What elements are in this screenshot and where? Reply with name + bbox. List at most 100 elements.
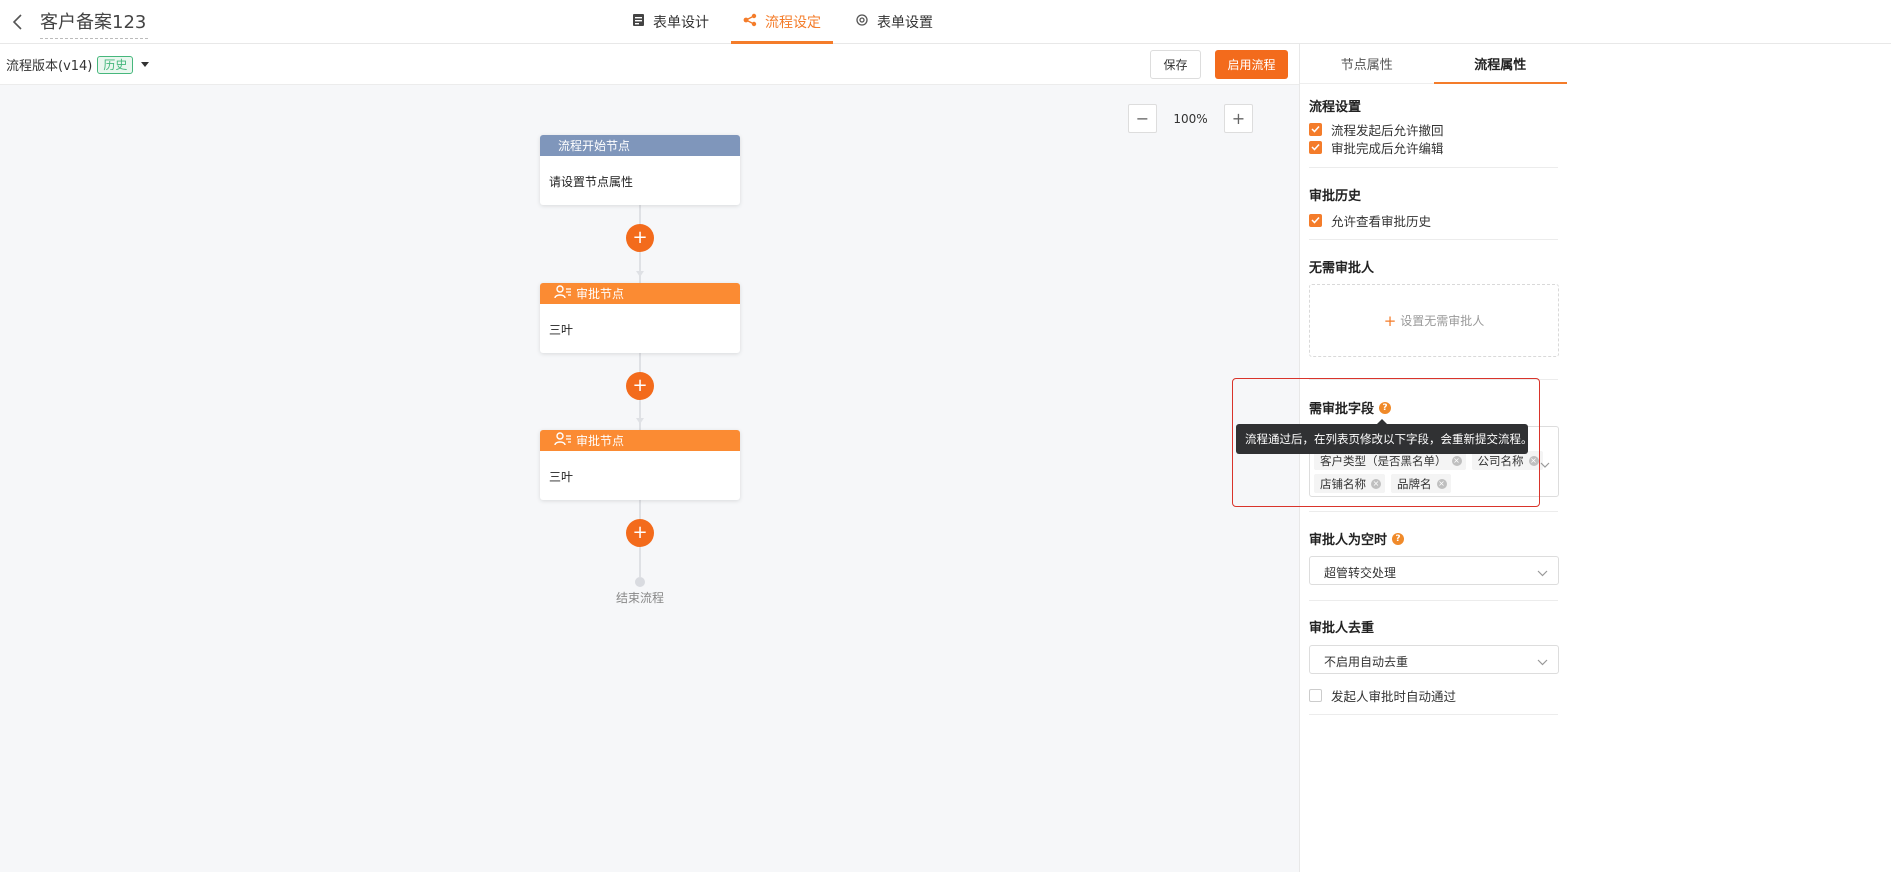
tab-form-settings[interactable]: 表单设置 xyxy=(843,0,945,44)
start-node-body: 请设置节点属性 xyxy=(549,175,634,189)
start-node-header: 流程开始节点 xyxy=(540,135,740,156)
chevron-down-icon xyxy=(1540,457,1550,472)
approver-icon xyxy=(554,285,576,302)
section-title-text: 需审批字段 xyxy=(1309,402,1375,417)
section-title-text: 审批人为空时 xyxy=(1309,533,1388,548)
flow-icon xyxy=(743,13,765,31)
option-label: 允许查看审批历史 xyxy=(1331,213,1432,229)
checkbox-checked-icon[interactable] xyxy=(1309,140,1322,154)
help-icon[interactable]: ? xyxy=(1392,532,1405,545)
save-button[interactable]: 保存 xyxy=(1150,50,1201,79)
tab-label: 流程设定 xyxy=(765,15,821,31)
divider xyxy=(1309,511,1558,512)
divider xyxy=(1309,239,1558,240)
section-title: 审批历史 xyxy=(1309,189,1362,204)
no-approver-section: 无需审批人 xyxy=(1309,257,1559,276)
back-arrow-icon[interactable] xyxy=(8,12,28,32)
allow-withdraw-option[interactable]: 流程发起后允许撤回 xyxy=(1309,122,1559,138)
tab-label: 表单设置 xyxy=(877,15,933,31)
caret-down-icon xyxy=(141,62,150,67)
section-title: 流程设置 xyxy=(1309,100,1362,115)
zoom-control: − 100% + xyxy=(1128,104,1253,133)
tag-label: 公司名称 xyxy=(1477,453,1524,468)
properties-panel: 节点属性 流程属性 流程设置 流程发起后允许撤回 审批完成后允许编辑 审批历史 … xyxy=(1299,44,1567,872)
tab-node-properties[interactable]: 节点属性 xyxy=(1300,44,1434,83)
allow-view-history-option[interactable]: 允许查看审批历史 xyxy=(1309,213,1559,229)
tag-label: 品牌名 xyxy=(1397,476,1432,491)
approval-node-body: 三叶 xyxy=(549,470,574,484)
version-label: 流程版本(v14) xyxy=(6,59,93,74)
divider xyxy=(1309,600,1558,601)
main-tabs: 表单设计 流程设定 表单设置 xyxy=(620,0,955,44)
add-node-button[interactable]: + xyxy=(626,519,654,547)
tag-close-icon[interactable]: × xyxy=(1528,455,1539,466)
tag-label: 客户类型（是否黑名单） xyxy=(1320,453,1447,468)
document-title[interactable]: 客户备案123 xyxy=(40,8,148,39)
empty-approver-select[interactable]: 超管转交处理 xyxy=(1309,556,1559,585)
gear-icon xyxy=(855,13,877,31)
end-flow-label: 结束流程 xyxy=(615,591,664,605)
option-label: 发起人审批时自动通过 xyxy=(1331,688,1457,704)
zoom-value: 100% xyxy=(1173,111,1208,126)
tab-flow-settings[interactable]: 流程设定 xyxy=(731,0,833,44)
divider xyxy=(1309,379,1558,380)
field-tag: 品牌名 × xyxy=(1391,474,1451,493)
add-node-button[interactable]: + xyxy=(626,224,654,252)
option-label: 审批完成后允许编辑 xyxy=(1331,140,1444,156)
section-title: 需审批字段 ? xyxy=(1309,398,1559,417)
approval-node[interactable]: 审批节点 三叶 xyxy=(540,430,740,500)
auto-pass-option-wrap: 发起人审批时自动通过 xyxy=(1309,684,1559,704)
divider xyxy=(1309,714,1558,715)
arrow-down-icon xyxy=(636,271,644,277)
tag-close-icon[interactable]: × xyxy=(1371,478,1381,489)
tag-close-icon[interactable]: × xyxy=(1451,455,1462,466)
dedupe-section: 审批人去重 xyxy=(1309,617,1559,636)
node-title: 审批节点 xyxy=(576,287,625,301)
checkbox-checked-icon[interactable] xyxy=(1309,122,1322,136)
select-value: 不启用自动去重 xyxy=(1324,655,1409,669)
flow-canvas[interactable]: − 100% + 流程开始节点 请设置节点属性 + 审批节点 三叶 + 审批节点… xyxy=(0,85,1299,872)
version-toolbar: 流程版本(v14) 历史 保存 启用流程 xyxy=(0,44,1299,85)
empty-approver-section: 审批人为空时 ? xyxy=(1309,529,1559,548)
dedupe-select[interactable]: 不启用自动去重 xyxy=(1309,645,1559,674)
approver-icon xyxy=(554,432,576,449)
help-tooltip: 流程通过后，在列表页修改以下字段，会重新提交流程。 xyxy=(1236,419,1533,454)
allow-edit-option[interactable]: 审批完成后允许编辑 xyxy=(1309,140,1559,156)
field-tag: 店铺名称 × xyxy=(1314,474,1385,493)
auto-pass-option[interactable]: 发起人审批时自动通过 xyxy=(1309,688,1559,704)
approval-fields-section: 需审批字段 ? xyxy=(1309,398,1559,417)
approval-node-header: 审批节点 xyxy=(540,283,740,304)
approval-node-header: 审批节点 xyxy=(540,430,740,451)
help-icon[interactable]: ? xyxy=(1379,401,1392,414)
enable-flow-button[interactable]: 启用流程 xyxy=(1215,50,1288,79)
start-node[interactable]: 流程开始节点 请设置节点属性 xyxy=(540,135,740,205)
section-title: 审批人去重 xyxy=(1309,621,1375,636)
approval-node-body: 三叶 xyxy=(549,323,574,337)
zoom-out-button[interactable]: − xyxy=(1128,104,1157,133)
set-no-approver-button[interactable]: + 设置无需审批人 xyxy=(1309,284,1559,357)
tag-close-icon[interactable]: × xyxy=(1436,478,1447,489)
checkbox-checked-icon[interactable] xyxy=(1309,213,1322,227)
set-no-approver-label: 设置无需审批人 xyxy=(1400,314,1485,328)
divider xyxy=(1309,167,1558,168)
flow-settings-section: 流程设置 流程发起后允许撤回 审批完成后允许编辑 xyxy=(1309,96,1559,156)
section-title: 无需审批人 xyxy=(1309,261,1375,276)
tab-form-design[interactable]: 表单设计 xyxy=(620,0,721,44)
approval-node[interactable]: 审批节点 三叶 xyxy=(540,283,740,353)
version-selector[interactable]: 流程版本(v14) 历史 xyxy=(6,55,150,74)
option-label: 流程发起后允许撤回 xyxy=(1331,122,1444,138)
node-title: 审批节点 xyxy=(576,434,625,448)
section-title: 审批人为空时 ? xyxy=(1309,529,1559,548)
tab-flow-properties[interactable]: 流程属性 xyxy=(1433,44,1568,84)
approval-history-section: 审批历史 允许查看审批历史 xyxy=(1309,185,1559,229)
form-icon xyxy=(632,13,653,31)
chevron-down-icon xyxy=(1537,566,1548,580)
select-value: 超管转交处理 xyxy=(1324,566,1397,580)
chevron-down-icon xyxy=(1537,655,1548,669)
plus-icon: + xyxy=(1383,311,1397,330)
end-node-dot xyxy=(635,577,645,587)
zoom-in-button[interactable]: + xyxy=(1224,104,1253,133)
checkbox-unchecked-icon[interactable] xyxy=(1309,688,1322,702)
panel-tabs: 节点属性 流程属性 xyxy=(1300,44,1567,84)
add-node-button[interactable]: + xyxy=(626,372,654,400)
